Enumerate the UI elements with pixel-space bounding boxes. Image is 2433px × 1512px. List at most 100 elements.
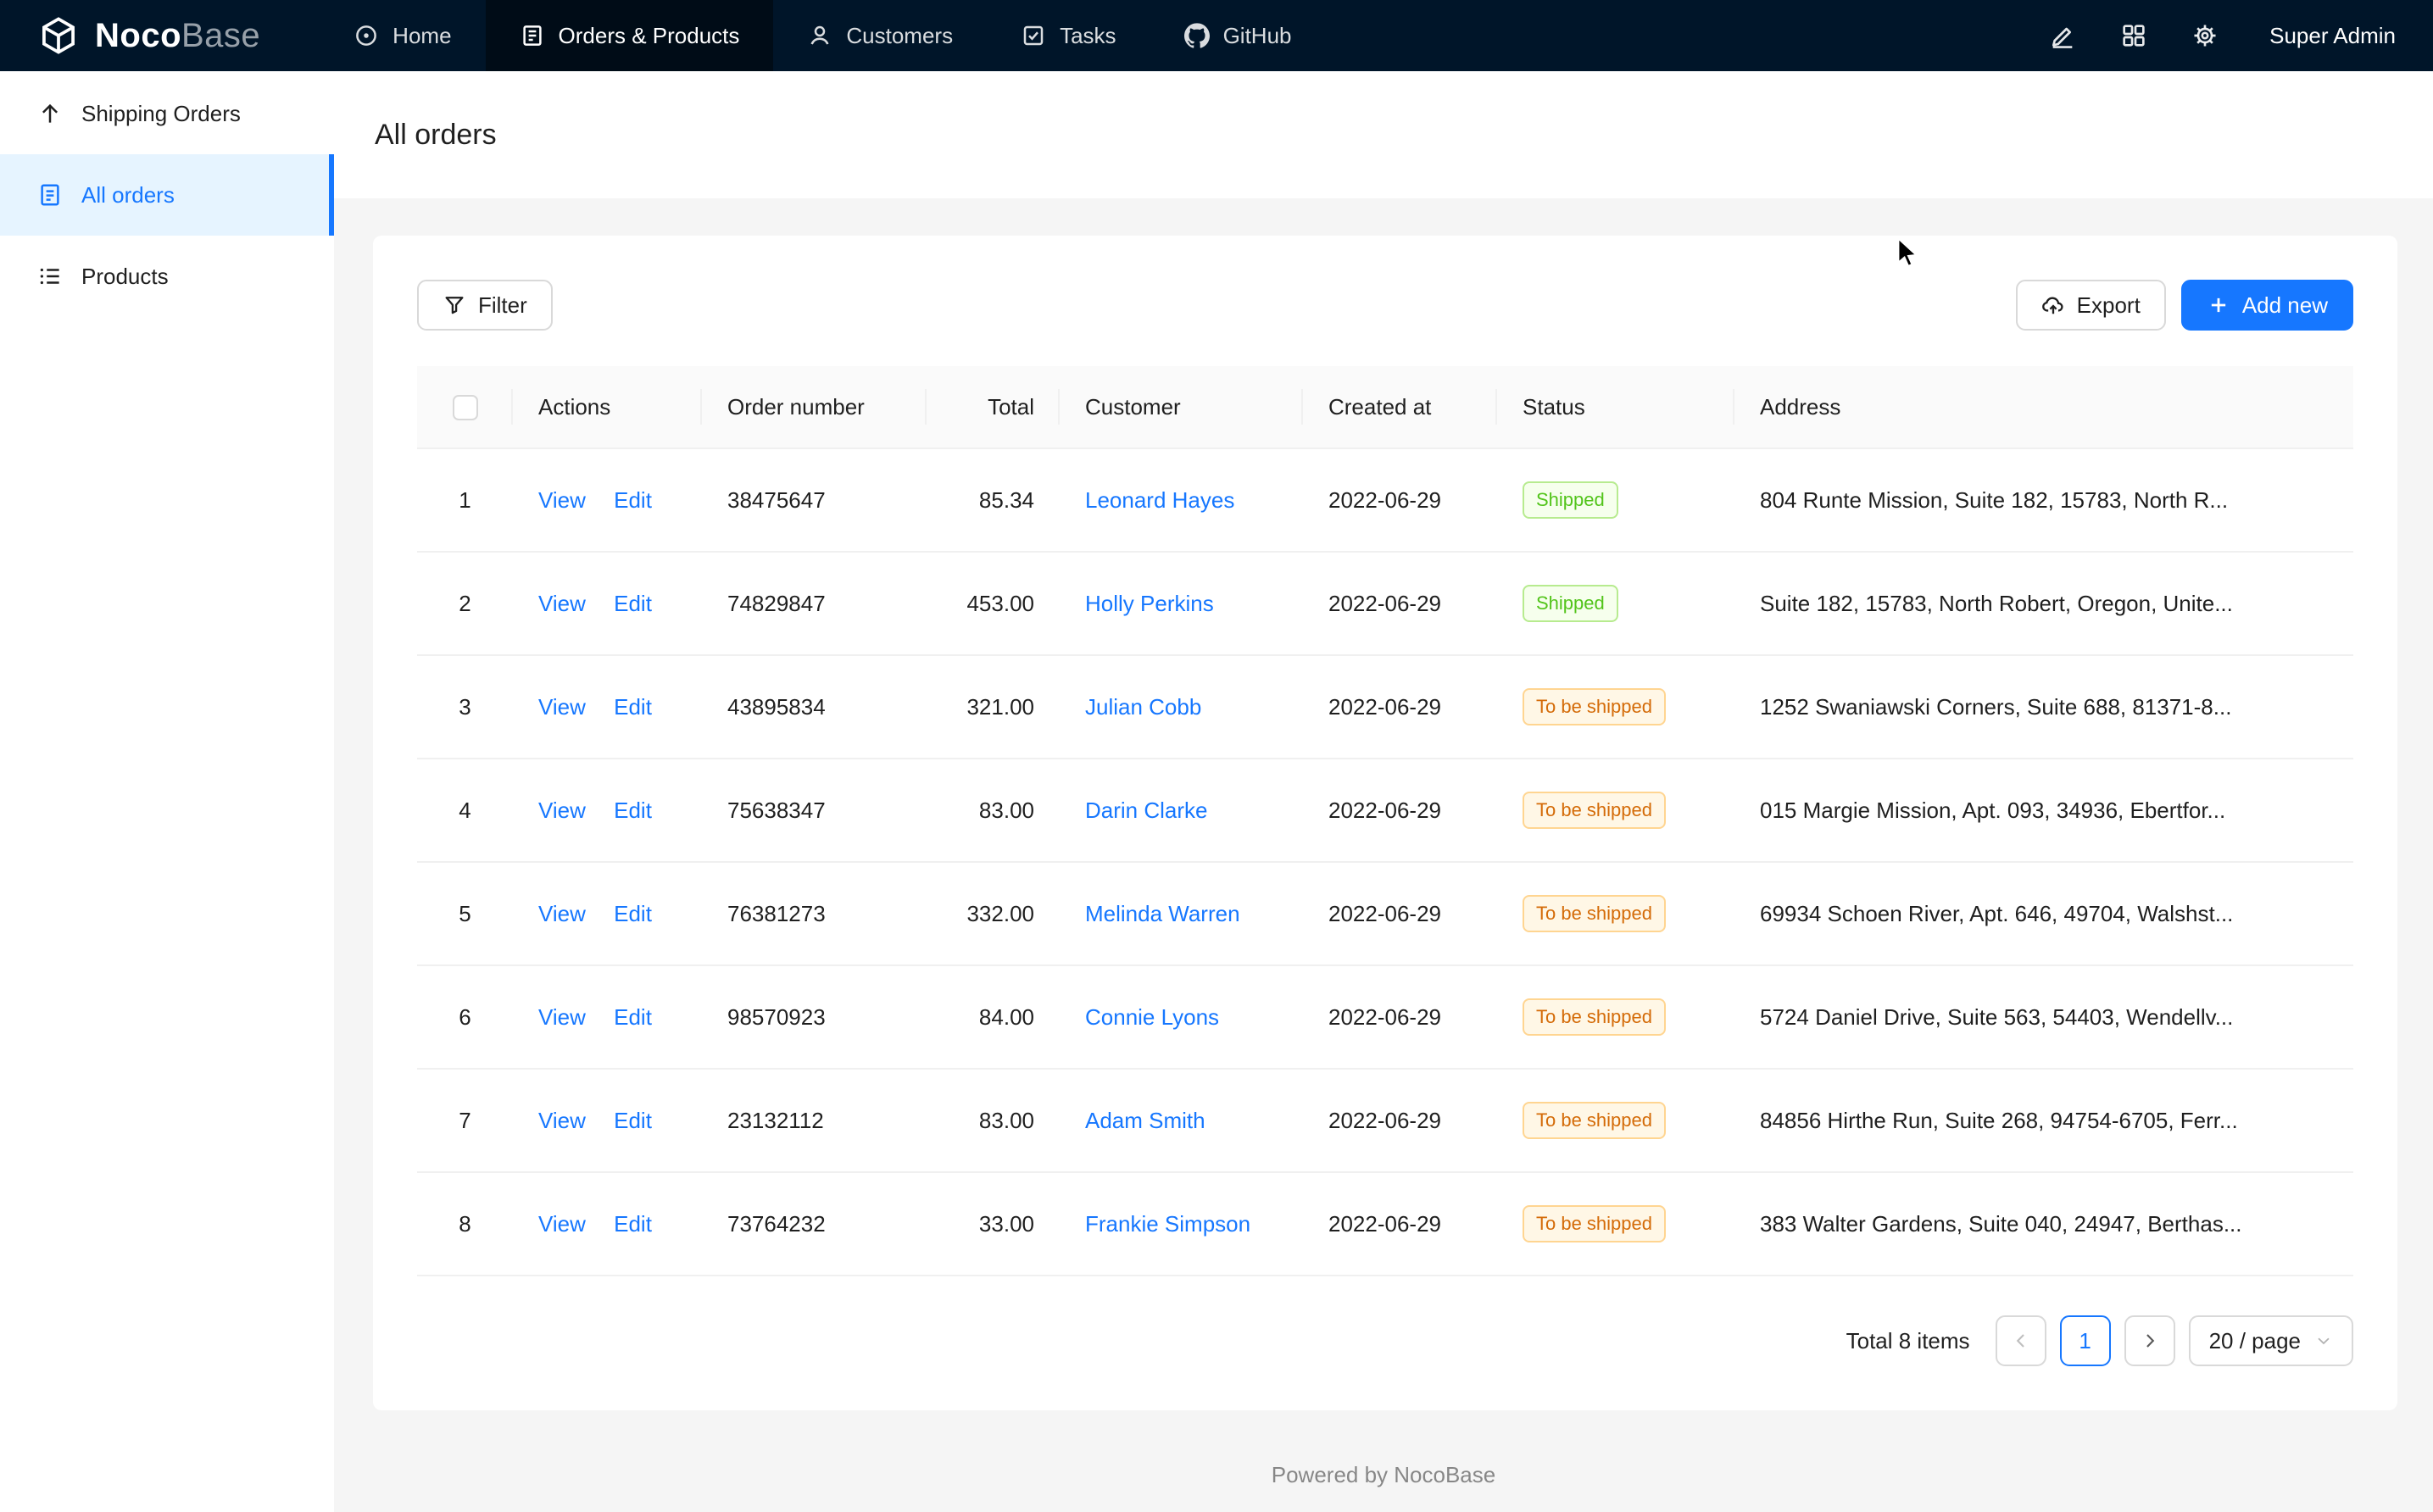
sidebar-item-shipping-orders[interactable]: Shipping Orders <box>0 73 334 154</box>
sidebar-item-all-orders[interactable]: All orders <box>0 154 334 236</box>
pagination-prev-button[interactable] <box>1996 1315 2046 1366</box>
total-cell: 83.00 <box>927 759 1060 862</box>
powered-by-text: Powered by NocoBase <box>1272 1462 1495 1487</box>
add-new-button[interactable]: Add new <box>2181 280 2353 331</box>
view-link[interactable]: View <box>538 591 586 616</box>
gear-icon <box>2191 22 2219 49</box>
status-tag: Shipped <box>1523 481 1618 519</box>
column-header-total: Total <box>927 366 1060 448</box>
edit-link[interactable]: Edit <box>614 901 652 926</box>
actions-cell: View Edit <box>513 759 702 862</box>
nav-item-label: Tasks <box>1060 23 1116 49</box>
customer-link[interactable]: Melinda Warren <box>1085 901 1240 926</box>
export-button[interactable]: Export <box>2016 280 2166 331</box>
table-header-row: Actions Order number Total Customer Crea… <box>417 366 2353 448</box>
order-number-cell: 23132112 <box>702 1069 927 1172</box>
page-size-select[interactable]: 20 / page <box>2189 1315 2353 1366</box>
row-index: 8 <box>459 1211 470 1237</box>
highlighter-icon <box>2049 22 2076 49</box>
column-header-actions: Actions <box>513 366 702 448</box>
customer-cell: Adam Smith <box>1060 1069 1303 1172</box>
github-icon <box>1184 23 1210 48</box>
cloud-upload-icon <box>2041 293 2065 317</box>
row-index: 3 <box>459 694 470 720</box>
table-row: 6 View Edit 98570923 84.00 Connie Lyons … <box>417 965 2353 1069</box>
address-cell: 69934 Schoen River, Apt. 646, 49704, Wal… <box>1734 862 2353 965</box>
status-tag: To be shipped <box>1523 895 1666 932</box>
customer-link[interactable]: Darin Clarke <box>1085 798 1208 823</box>
view-link[interactable]: View <box>538 798 586 823</box>
customer-cell: Julian Cobb <box>1060 655 1303 759</box>
nav-item-customers[interactable]: Customers <box>773 0 987 71</box>
pagination-page-button[interactable]: 1 <box>2060 1315 2111 1366</box>
view-link[interactable]: View <box>538 1004 586 1030</box>
total-cell: 84.00 <box>927 965 1060 1069</box>
customer-link[interactable]: Connie Lyons <box>1085 1004 1219 1030</box>
total-cell: 85.34 <box>927 448 1060 552</box>
edit-link[interactable]: Edit <box>614 487 652 513</box>
customer-link[interactable]: Adam Smith <box>1085 1108 1205 1133</box>
plugin-manager-button[interactable] <box>2115 8 2152 63</box>
customer-link[interactable]: Julian Cobb <box>1085 694 1201 720</box>
table-row: 2 View Edit 74829847 453.00 Holly Perkin… <box>417 552 2353 655</box>
nav-item-tasks[interactable]: Tasks <box>987 0 1150 71</box>
arrow-up-icon <box>37 101 63 126</box>
edit-link[interactable]: Edit <box>614 591 652 616</box>
customer-cell: Darin Clarke <box>1060 759 1303 862</box>
address-cell: 84856 Hirthe Run, Suite 268, 94754-6705,… <box>1734 1069 2353 1172</box>
row-index-cell: 4 <box>417 759 513 862</box>
sidebar-item-label: Products <box>81 264 169 290</box>
ui-editor-button[interactable] <box>2044 8 2081 63</box>
nav-item-github[interactable]: GitHub <box>1150 0 1326 71</box>
customer-link[interactable]: Leonard Hayes <box>1085 487 1234 513</box>
filter-button-label: Filter <box>478 292 527 319</box>
filter-button[interactable]: Filter <box>417 280 553 331</box>
nocobase-cube-icon <box>37 14 80 57</box>
user-menu[interactable]: Super Admin <box>2269 23 2396 49</box>
created-at-cell: 2022-06-29 <box>1303 862 1497 965</box>
status-tag: Shipped <box>1523 585 1618 622</box>
status-cell: Shipped <box>1497 448 1734 552</box>
row-index-cell: 2 <box>417 552 513 655</box>
nav-item-orders-products[interactable]: Orders & Products <box>486 0 774 71</box>
view-link[interactable]: View <box>538 487 586 513</box>
customer-link[interactable]: Holly Perkins <box>1085 591 1214 616</box>
edit-link[interactable]: Edit <box>614 694 652 720</box>
order-number-cell: 43895834 <box>702 655 927 759</box>
home-icon <box>354 23 379 48</box>
actions-cell: View Edit <box>513 1069 702 1172</box>
edit-link[interactable]: Edit <box>614 1004 652 1030</box>
total-cell: 83.00 <box>927 1069 1060 1172</box>
nav-item-home[interactable]: Home <box>320 0 485 71</box>
status-cell: To be shipped <box>1497 1172 1734 1276</box>
actions-cell: View Edit <box>513 862 702 965</box>
settings-button[interactable] <box>2186 8 2224 63</box>
select-all-checkbox[interactable] <box>453 395 478 420</box>
status-cell: To be shipped <box>1497 759 1734 862</box>
edit-link[interactable]: Edit <box>614 798 652 823</box>
customer-link[interactable]: Frankie Simpson <box>1085 1211 1250 1237</box>
edit-link[interactable]: Edit <box>614 1211 652 1237</box>
bulleted-list-icon <box>37 264 63 289</box>
column-header-address: Address <box>1734 366 2353 448</box>
nav-item-label: Orders & Products <box>559 23 740 49</box>
nocobase-logo[interactable]: NocoBase <box>0 0 320 71</box>
nav-item-label: GitHub <box>1223 23 1292 49</box>
view-link[interactable]: View <box>538 1108 586 1133</box>
pagination-next-button[interactable] <box>2124 1315 2175 1366</box>
view-link[interactable]: View <box>538 901 586 926</box>
sidebar-item-products[interactable]: Products <box>0 236 334 317</box>
nav-item-label: Customers <box>846 23 953 49</box>
orders-table: Actions Order number Total Customer Crea… <box>417 366 2353 1276</box>
status-tag: To be shipped <box>1523 792 1666 829</box>
status-tag: To be shipped <box>1523 1102 1666 1139</box>
view-link[interactable]: View <box>538 694 586 720</box>
row-index-cell: 3 <box>417 655 513 759</box>
grid-squares-icon <box>2120 22 2147 49</box>
row-index-cell: 6 <box>417 965 513 1069</box>
view-link[interactable]: View <box>538 1211 586 1237</box>
address-cell: 383 Walter Gardens, Suite 040, 24947, Be… <box>1734 1172 2353 1276</box>
row-index: 6 <box>459 1004 470 1030</box>
edit-link[interactable]: Edit <box>614 1108 652 1133</box>
status-cell: To be shipped <box>1497 965 1734 1069</box>
